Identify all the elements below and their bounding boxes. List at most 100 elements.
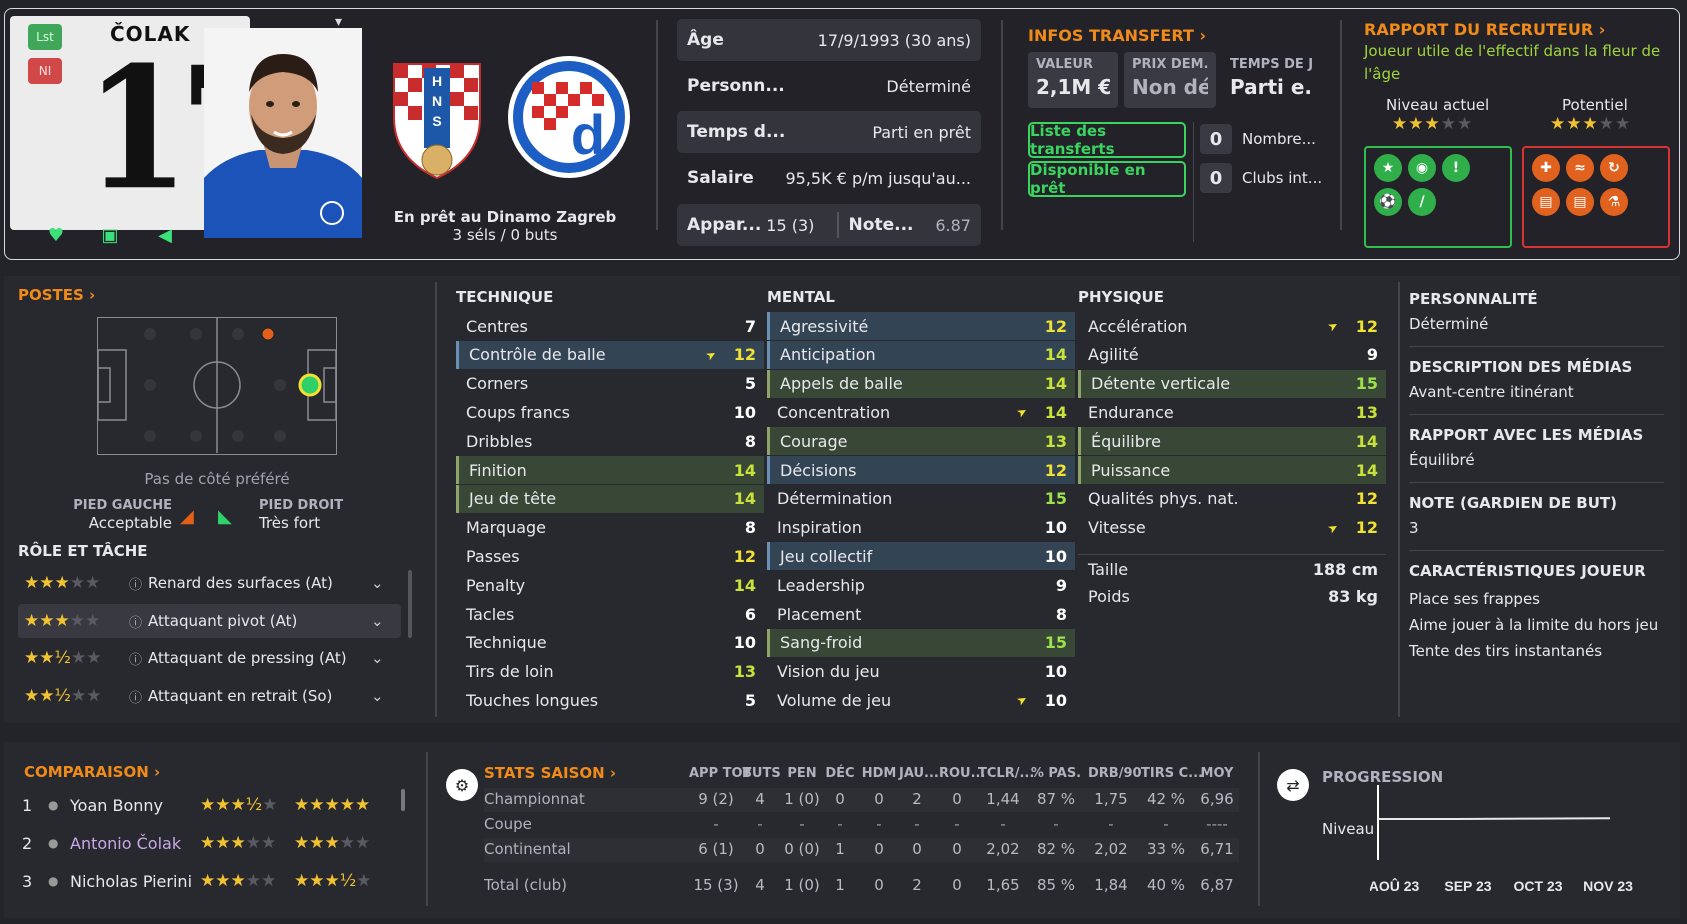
attribute-row[interactable]: Coups francs 10 xyxy=(456,398,764,426)
attribute-name: Jeu collectif xyxy=(780,546,873,566)
attribute-row[interactable]: Placement 8 xyxy=(767,600,1075,628)
strengths-box[interactable]: ★ ◉ ! ⚽ / xyxy=(1364,146,1512,248)
stats-row[interactable]: Continental 6 (1) 0 0 (0) 1 0 0 0 2,02 82 % 2,02 33… xyxy=(484,838,1239,862)
attribute-row[interactable]: Vision du jeu 10 xyxy=(767,658,1075,686)
attribute-row[interactable]: Appels de balle 14 xyxy=(767,369,1075,398)
stats-column-header[interactable]: BUTS xyxy=(742,766,781,781)
role-row-selected[interactable]: ★★★★★ ⓘ Attaquant pivot (At) ⌄ xyxy=(18,604,401,638)
attribute-row[interactable]: Agressivité 12 xyxy=(767,312,1075,340)
attribute-row[interactable]: Endurance 13 xyxy=(1078,398,1386,426)
attribute-row[interactable]: Inspiration 10 xyxy=(767,514,1075,542)
attribute-row[interactable]: Anticipation 14 xyxy=(767,340,1075,369)
comparison-row[interactable]: 1 ● Yoan Bonny ★★★½★ ★★★★★ xyxy=(22,787,402,823)
info-age-row: Âge 17/9/1993 (30 ans) xyxy=(677,19,981,61)
attribute-row[interactable]: Détente verticale 15 xyxy=(1078,369,1386,398)
attribute-row[interactable]: Contrôle de balle ➤ 12 xyxy=(456,340,764,369)
attribute-row[interactable]: Passes 12 xyxy=(456,542,764,570)
attribute-value: 10 xyxy=(733,633,756,653)
chevron-down-icon[interactable]: ⌄ xyxy=(371,649,401,667)
attribute-row[interactable]: Vitesse ➤ 12 xyxy=(1078,514,1386,542)
chevron-down-icon[interactable]: ⌄ xyxy=(371,612,401,630)
attribute-row[interactable]: Accélération ➤ 12 xyxy=(1078,312,1386,340)
stats-column-header[interactable]: % PAS. xyxy=(1030,766,1082,781)
role-row[interactable]: ★★½★★ ⓘ Attaquant de pressing (At) ⌄ xyxy=(18,641,401,675)
attribute-row[interactable]: Qualités phys. nat. 12 xyxy=(1078,485,1386,513)
comparison-player-name[interactable]: Nicholas Pierini xyxy=(70,872,200,891)
attribute-row[interactable]: Corners 5 xyxy=(456,370,764,398)
comparison-row[interactable]: 3 ● Nicholas Pierini ★★★★★ ★★★½★ xyxy=(22,863,402,899)
stats-column-header[interactable]: TIRS C... xyxy=(1141,766,1203,781)
stats-column-header[interactable]: ROU... xyxy=(939,766,985,781)
swap-arrows-icon[interactable]: ⇄ xyxy=(1277,769,1309,801)
attribute-row[interactable]: Marquage 8 xyxy=(456,514,764,542)
attribute-row[interactable]: Tirs de loin 13 xyxy=(456,658,764,686)
season-stats-link[interactable]: STATS SAISON › xyxy=(484,764,616,782)
height-row: Taille 188 cm xyxy=(1078,555,1386,583)
stats-column-header[interactable]: APP TOT xyxy=(689,766,751,781)
checkbox-icon[interactable]: ▣ xyxy=(99,224,121,246)
transfer-list-button[interactable]: Liste des transferts xyxy=(1028,122,1186,158)
positions-link[interactable]: POSTES › xyxy=(18,286,95,304)
comparison-player-name[interactable]: Yoan Bonny xyxy=(70,796,200,815)
attribute-row[interactable]: Technique 10 xyxy=(456,629,764,657)
role-row[interactable]: ★★★★★ ⓘ Renard des surfaces (At) ⌄ xyxy=(18,566,401,600)
scout-report-link[interactable]: RAPPORT DU RECRUTEUR › xyxy=(1364,20,1605,39)
stats-column-header[interactable]: TCLR/... xyxy=(978,766,1034,781)
stats-row[interactable]: Coupe - - - - - - - - - - - ---- xyxy=(484,813,1239,837)
attribute-row[interactable]: Leadership 9 xyxy=(767,571,1075,599)
comparison-link[interactable]: COMPARAISON › xyxy=(24,763,160,781)
attribute-row[interactable]: Décisions 12 xyxy=(767,456,1075,484)
heart-icon[interactable]: ♥ xyxy=(45,224,67,246)
stats-column-header[interactable]: PEN xyxy=(782,766,822,781)
attribute-row[interactable]: Tacles 6 xyxy=(456,600,764,628)
current-ability-stars: ★★★★★ xyxy=(1392,114,1474,134)
stats-row[interactable]: Championnat 9 (2) 4 1 (0) 0 0 2 0 1,44 87 % 1,75 42… xyxy=(484,788,1239,812)
comparison-player-name[interactable]: Antonio Čolak xyxy=(70,834,200,853)
chevron-down-icon[interactable]: ⌄ xyxy=(371,687,401,705)
attribute-row[interactable]: Volume de jeu ➤ 10 xyxy=(767,686,1075,714)
transfer-info-link[interactable]: INFOS TRANSFERT › xyxy=(1028,26,1206,45)
comparison-pa-stars: ★★★½★ xyxy=(294,871,372,891)
comparison-scrollbar[interactable] xyxy=(401,789,405,811)
chevron-down-icon[interactable]: ▾ xyxy=(335,14,342,30)
info-icon[interactable]: ⓘ xyxy=(129,649,142,668)
attribute-row[interactable]: Centres 7 xyxy=(456,312,764,340)
attribute-row[interactable]: Jeu de tête 14 xyxy=(456,484,764,513)
divider xyxy=(656,20,658,230)
stats-row[interactable]: Total (club) 15 (3) 4 1 (0) 1 0 2 0 1,65 85 % 1,84… xyxy=(484,874,1239,898)
stats-column-header[interactable]: HDM xyxy=(859,766,899,781)
stats-column-header[interactable]: DÉC xyxy=(824,766,856,781)
stats-column-header[interactable]: MOY xyxy=(1197,766,1237,781)
weaknesses-box[interactable]: ✚ ≈ ↻ ▤ ▤ ⚗ xyxy=(1522,146,1670,248)
comparison-row[interactable]: 2 ● Antonio Čolak ★★★★★ ★★★★★ xyxy=(22,825,402,861)
tag-lst[interactable]: Lst xyxy=(28,24,62,50)
attribute-row[interactable]: Détermination 15 xyxy=(767,485,1075,513)
info-icon[interactable]: ⓘ xyxy=(129,687,142,706)
chevron-down-icon[interactable]: ⌄ xyxy=(371,574,401,592)
send-icon[interactable]: ◀ xyxy=(154,224,176,246)
attribute-row[interactable]: Équilibre 14 xyxy=(1078,427,1386,456)
roles-scrollbar[interactable] xyxy=(408,570,412,638)
info-icon[interactable]: ⓘ xyxy=(129,612,142,631)
role-row[interactable]: ★★½★★ ⓘ Attaquant en retrait (So) ⌄ xyxy=(18,679,401,713)
attribute-row[interactable]: Jeu collectif 10 xyxy=(767,542,1075,571)
attribute-row[interactable]: Concentration ➤ 14 xyxy=(767,398,1075,426)
gear-icon[interactable]: ⚙ xyxy=(446,769,478,801)
stats-cell: - xyxy=(799,815,805,833)
attribute-row[interactable]: Finition 14 xyxy=(456,456,764,484)
loan-available-button[interactable]: Disponible en prêt xyxy=(1028,161,1186,197)
info-icon[interactable]: ⓘ xyxy=(129,574,142,593)
attribute-value: 12 xyxy=(1355,489,1378,509)
tag-nl[interactable]: NI xyxy=(28,58,62,84)
attribute-row[interactable]: Sang-froid 15 xyxy=(767,628,1075,657)
attribute-row[interactable]: Courage 13 xyxy=(767,427,1075,456)
attribute-row[interactable]: Agilité 9 xyxy=(1078,341,1386,369)
attribute-row[interactable]: Penalty 14 xyxy=(456,571,764,599)
attribute-row[interactable]: Dribbles 8 xyxy=(456,427,764,455)
stats-column-header[interactable]: DRB/90 xyxy=(1088,766,1142,781)
info-salary-row[interactable]: Salaire 95,5K € p/m jusqu'au... xyxy=(677,157,981,199)
stats-column-header[interactable]: JAU... xyxy=(899,766,939,781)
attribute-row[interactable]: Puissance 14 xyxy=(1078,456,1386,484)
attribute-row[interactable]: Touches longues 5 xyxy=(456,686,764,714)
